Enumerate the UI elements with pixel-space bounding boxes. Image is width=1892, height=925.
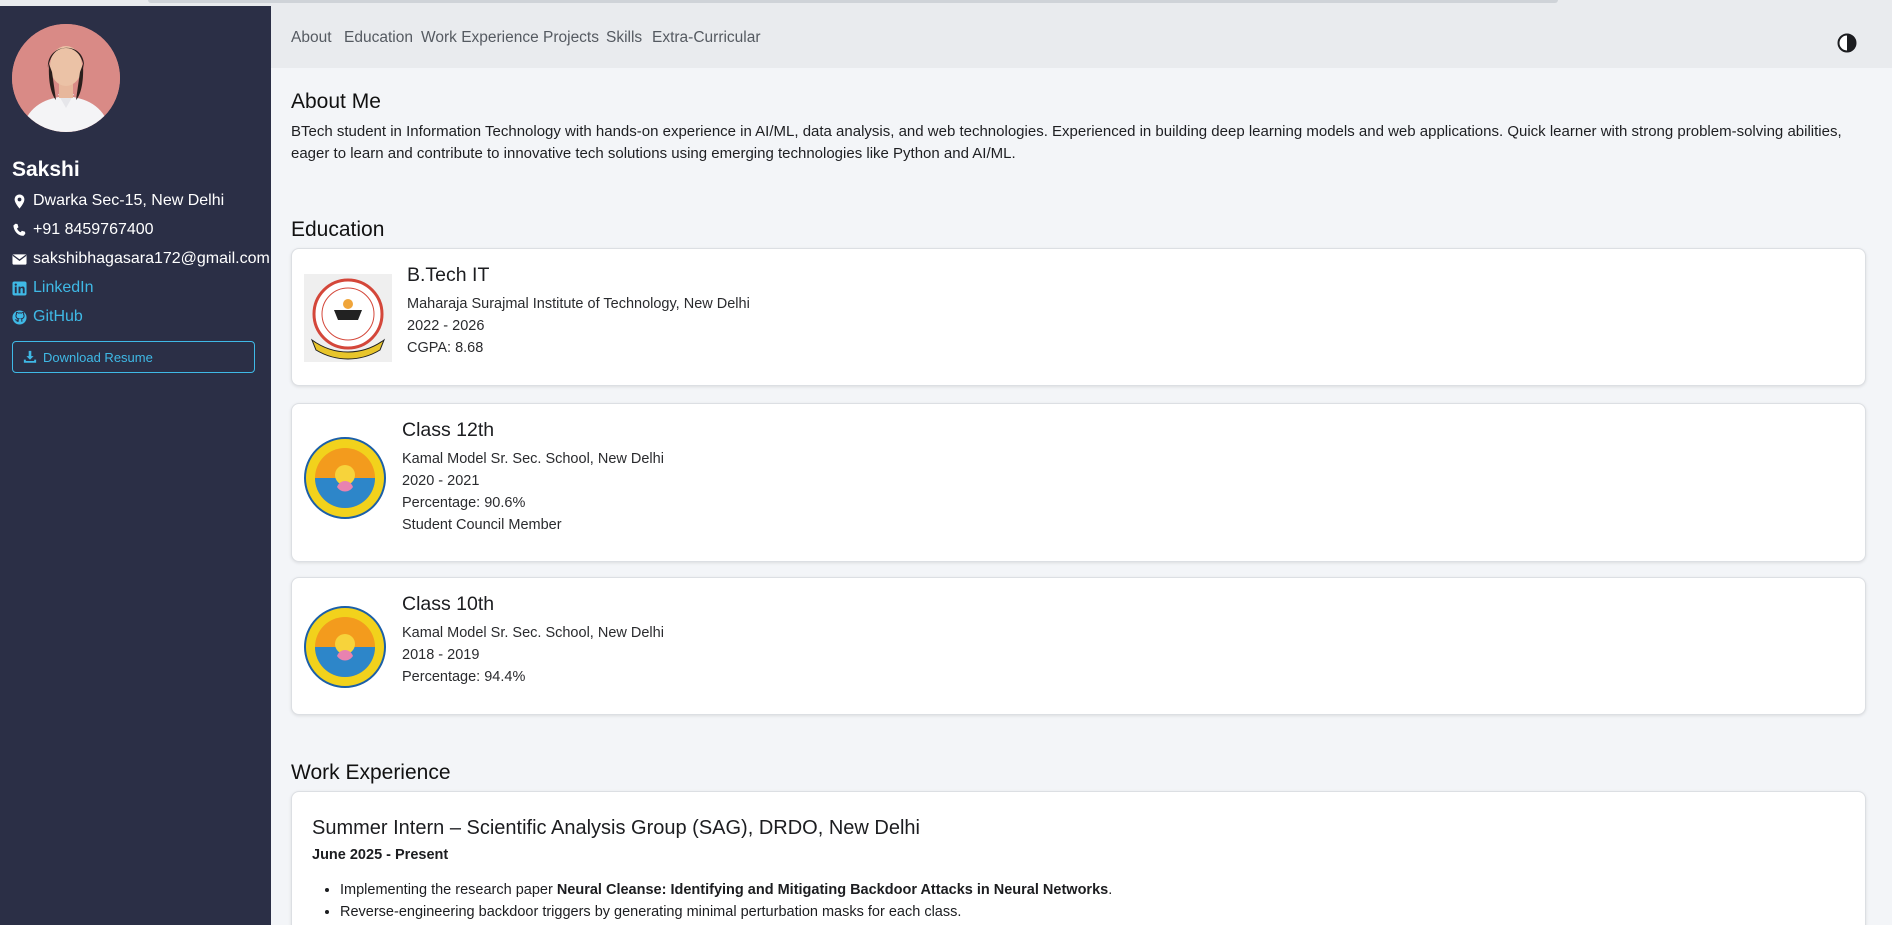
phone-icon (12, 223, 27, 238)
location-row: Dwarka Sec-15, New Delhi (12, 192, 224, 210)
phone-text: +91 8459767400 (33, 221, 154, 238)
download-resume-button[interactable]: Download Resume (12, 341, 255, 373)
sidebar: Sakshi Dwarka Sec-15, New Delhi +91 8459… (0, 6, 271, 925)
browser-scroll-edge (148, 0, 1558, 3)
work-bullets: Implementing the research paper Neural C… (340, 879, 1112, 923)
education-score: CGPA: 8.68 (407, 340, 484, 356)
github-link[interactable]: GitHub (12, 308, 83, 326)
education-years: 2020 - 2021 (402, 473, 480, 489)
degree-title: Class 10th (402, 593, 495, 615)
education-note: Student Council Member (402, 517, 562, 533)
email-row: sakshibhagasara172@gmail.com (12, 250, 270, 268)
contrast-icon (1837, 33, 1857, 53)
theme-toggle-button[interactable] (1837, 33, 1857, 53)
degree-title: Class 12th (402, 419, 495, 441)
education-title: Education (291, 218, 385, 241)
list-item: Reverse-engineering backdoor triggers by… (340, 901, 1112, 923)
kamal-school-logo (304, 606, 386, 688)
work-dates: June 2025 - Present (312, 847, 449, 863)
github-icon (12, 309, 27, 325)
bullet-text: Reverse-engineering backdoor triggers by… (340, 904, 962, 920)
list-item: Implementing the research paper Neural C… (340, 879, 1112, 901)
phone-row: +91 8459767400 (12, 221, 154, 239)
nav-education[interactable]: Education (344, 29, 413, 47)
download-icon (23, 350, 37, 364)
nav-projects[interactable]: Projects (543, 29, 599, 47)
nav-work-experience[interactable]: Work Experience (421, 29, 539, 47)
nav-about[interactable]: About (291, 29, 332, 47)
download-resume-label: Download Resume (43, 349, 153, 365)
envelope-icon (12, 252, 27, 267)
institution-name: Kamal Model Sr. Sec. School, New Delhi (402, 451, 664, 467)
education-score: Percentage: 94.4% (402, 669, 526, 685)
top-navbar: About Education Work Experience Projects… (271, 6, 1892, 68)
education-card-class-12: Class 12th Kamal Model Sr. Sec. School, … (291, 403, 1866, 562)
nav-extra-curricular[interactable]: Extra-Curricular (652, 29, 761, 47)
education-score: Percentage: 90.6% (402, 495, 526, 511)
profile-name: Sakshi (12, 158, 80, 181)
profile-photo (12, 24, 120, 132)
bullet-text-suffix: . (1108, 882, 1113, 898)
work-card-drdo: Summer Intern – Scientific Analysis Grou… (291, 791, 1866, 925)
education-years: 2018 - 2019 (402, 647, 480, 663)
linkedin-label: LinkedIn (33, 279, 94, 296)
linkedin-link[interactable]: LinkedIn (12, 279, 94, 297)
bullet-text: Implementing the research paper (340, 882, 557, 898)
education-years: 2022 - 2026 (407, 318, 485, 334)
map-pin-icon (12, 193, 27, 209)
education-card-class-10: Class 10th Kamal Model Sr. Sec. School, … (291, 577, 1866, 715)
about-title: About Me (291, 90, 381, 113)
kamal-school-logo (304, 437, 386, 519)
degree-title: B.Tech IT (407, 264, 490, 286)
bullet-bold-text: Neural Cleanse: Identifying and Mitigati… (556, 882, 1109, 898)
location-text: Dwarka Sec-15, New Delhi (33, 192, 225, 209)
email-text: sakshibhagasara172@gmail.com (33, 250, 270, 267)
avatar (12, 24, 120, 132)
education-card-btech: B.Tech IT Maharaja Surajmal Institute of… (291, 248, 1866, 386)
msit-logo (304, 274, 392, 362)
work-experience-title: Work Experience (291, 761, 451, 784)
institution-name: Maharaja Surajmal Institute of Technolog… (407, 296, 750, 312)
nav-skills[interactable]: Skills (606, 29, 642, 47)
github-label: GitHub (33, 308, 83, 325)
work-role: Summer Intern – Scientific Analysis Grou… (312, 817, 920, 839)
about-text: BTech student in Information Technology … (291, 123, 1842, 162)
institution-name: Kamal Model Sr. Sec. School, New Delhi (402, 625, 664, 641)
linkedin-icon (12, 280, 27, 296)
